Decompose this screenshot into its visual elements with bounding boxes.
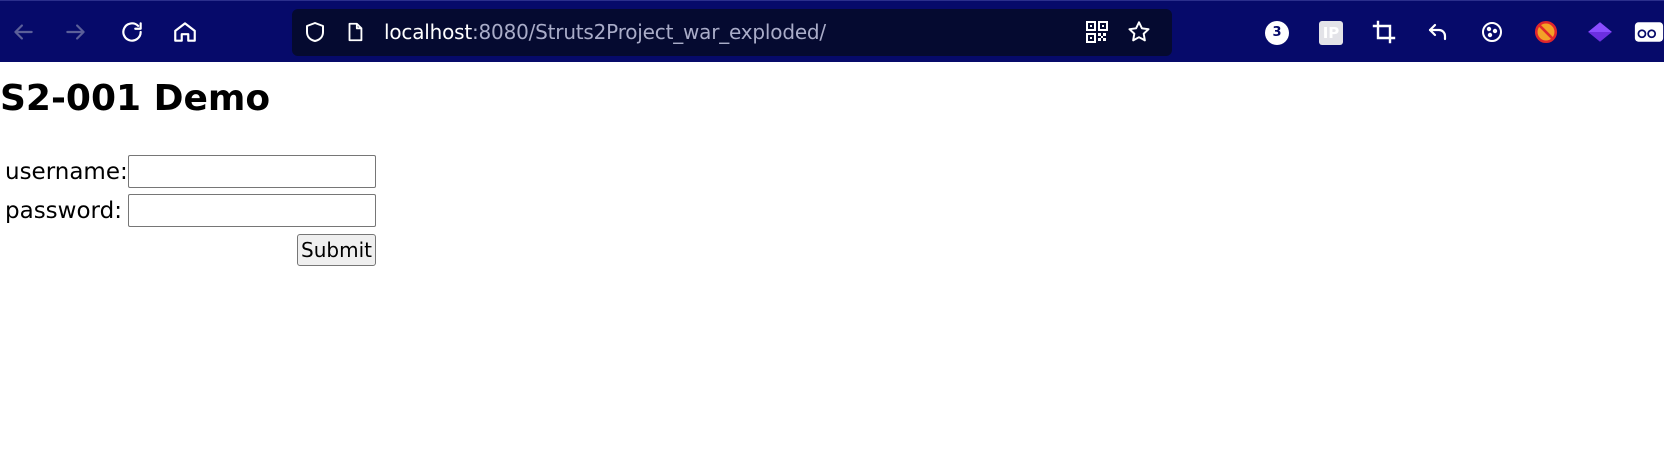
ip-extension-icon[interactable]: IP <box>1319 21 1343 45</box>
back-icon[interactable] <box>4 13 42 51</box>
url-host: localhost <box>384 20 472 44</box>
home-icon[interactable] <box>166 13 204 51</box>
shield-icon[interactable] <box>296 13 334 51</box>
page-title: S2-001 Demo <box>0 78 271 119</box>
undo-arrow-icon[interactable] <box>1419 13 1457 51</box>
browser-toolbar: localhost:8080/Struts2Project_war_explod… <box>0 0 1664 62</box>
submit-button[interactable]: Submit <box>297 234 376 266</box>
extension-badge[interactable]: 3 <box>1265 21 1289 45</box>
bookmark-star-icon[interactable] <box>1120 13 1158 51</box>
url-path: :8080/Struts2Project_war_exploded/ <box>471 20 826 44</box>
diamond-extension-icon[interactable] <box>1581 13 1619 51</box>
blocked-extension-icon[interactable] <box>1527 13 1565 51</box>
url-text[interactable]: localhost:8080/Struts2Project_war_explod… <box>384 9 826 56</box>
qr-code-icon[interactable] <box>1078 13 1116 51</box>
username-input[interactable] <box>128 155 376 188</box>
crop-icon[interactable] <box>1365 13 1403 51</box>
page-icon[interactable] <box>336 13 374 51</box>
username-label: username: <box>5 159 128 185</box>
reload-icon[interactable] <box>113 13 151 51</box>
password-label: password: <box>5 198 122 224</box>
password-input[interactable] <box>128 194 376 227</box>
glasses-extension-icon[interactable] <box>1634 13 1664 51</box>
forward-icon[interactable] <box>57 13 95 51</box>
cookie-icon[interactable] <box>1473 13 1511 51</box>
address-bar[interactable]: localhost:8080/Struts2Project_war_explod… <box>292 9 1172 56</box>
